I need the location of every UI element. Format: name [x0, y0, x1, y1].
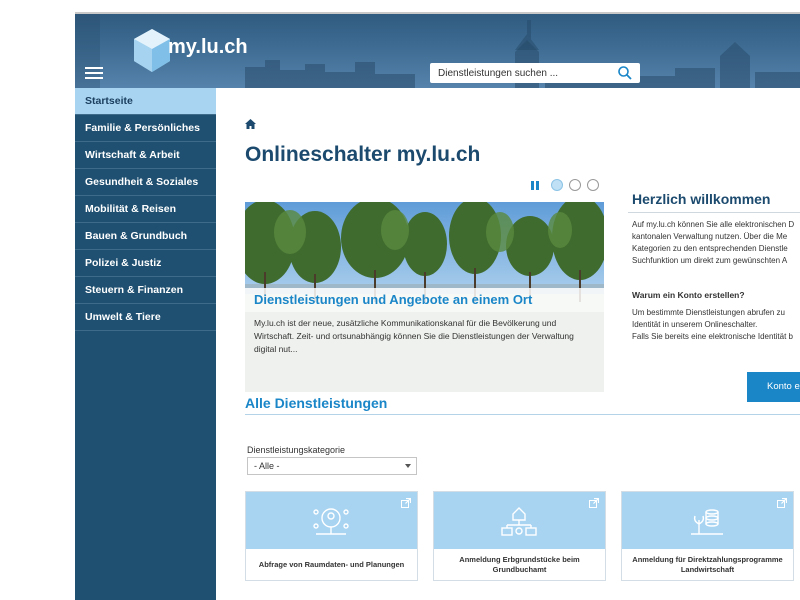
search-box [430, 63, 640, 83]
property-network-icon [501, 507, 537, 536]
logo-text[interactable]: my.lu.ch [168, 36, 248, 59]
sidebar-item-startseite[interactable]: Startseite [75, 88, 216, 115]
external-link-icon [777, 498, 787, 508]
sidebar-item-polizei[interactable]: Polizei & Justiz [75, 250, 216, 277]
slider-dot-2[interactable] [569, 179, 581, 191]
create-account-button[interactable]: Konto e [747, 372, 800, 402]
external-link-icon [401, 498, 411, 508]
services-divider [245, 414, 800, 415]
browser-viewport: my.lu.ch Startseite Familie & Persönlich… [75, 12, 800, 600]
account-heading: Warum ein Konto erstellen? [632, 290, 745, 300]
card-label: Anmeldung Erbgrundstücke beim Grundbucha… [459, 554, 580, 574]
sidebar-item-mobilitaet[interactable]: Mobilität & Reisen [75, 196, 216, 223]
sidebar-item-steuern[interactable]: Steuern & Finanzen [75, 277, 216, 304]
category-select[interactable]: - Alle - [247, 457, 417, 475]
card-label: Abfrage von Raumdaten- und Planungen [258, 559, 405, 569]
welcome-title: Herzlich willkommen [632, 191, 771, 207]
services-title: Alle Dienstleistungen [245, 395, 388, 411]
page-title: Onlineschalter my.lu.ch [245, 143, 481, 166]
sidebar-item-familie[interactable]: Familie & Persönliches [75, 115, 216, 142]
sidebar-item-wirtschaft[interactable]: Wirtschaft & Arbeit [75, 142, 216, 169]
card-label: Anmeldung für Direktzahlungsprogramme La… [632, 554, 783, 574]
card-image-area [246, 492, 417, 549]
sidebar-item-umwelt[interactable]: Umwelt & Tiere [75, 304, 216, 331]
logo-cube-icon [134, 29, 170, 72]
card-image-area [622, 492, 793, 549]
service-card-raumdaten[interactable]: Abfrage von Raumdaten- und Planungen [245, 491, 418, 581]
account-text: Um bestimmte Dienstleistungen abrufen zu… [632, 308, 793, 341]
slider-dot-3[interactable] [587, 179, 599, 191]
search-input[interactable] [430, 63, 613, 83]
home-icon[interactable] [245, 119, 256, 129]
slider-dot-1[interactable] [551, 179, 563, 191]
slide-text: My.lu.ch ist der neue, zusätzliche Kommu… [254, 318, 574, 354]
farm-money-icon [691, 509, 723, 535]
welcome-text: Auf my.lu.ch können Sie alle elektronisc… [632, 220, 795, 265]
category-select-value: - Alle - [254, 461, 280, 471]
main-content: Onlineschalter my.lu.ch Dienstleistungen… [216, 88, 800, 600]
map-pin-icon [313, 508, 349, 535]
pause-icon[interactable] [531, 181, 539, 190]
slide-heading[interactable]: Dienstleistungen und Angebote an einem O… [245, 288, 604, 312]
menu-icon[interactable] [85, 67, 103, 79]
external-link-icon [589, 498, 599, 508]
slide-card[interactable]: Dienstleistungen und Angebote an einem O… [245, 202, 604, 392]
card-image-area [434, 492, 605, 549]
welcome-divider [628, 212, 800, 213]
site-header: my.lu.ch [75, 12, 800, 88]
category-filter-label: Dienstleistungskategorie [247, 445, 346, 455]
sidebar-item-bauen[interactable]: Bauen & Grundbuch [75, 223, 216, 250]
search-icon[interactable] [618, 66, 632, 80]
service-card-erbgrundstuecke[interactable]: Anmeldung Erbgrundstücke beim Grundbucha… [433, 491, 606, 581]
slide-heading-bar: Dienstleistungen und Angebote an einem O… [245, 288, 604, 312]
sidebar-nav: Startseite Familie & Persönliches Wirtsc… [75, 88, 216, 600]
sidebar-item-gesundheit[interactable]: Gesundheit & Soziales [75, 169, 216, 196]
chevron-down-icon [405, 464, 411, 468]
service-card-direktzahlung[interactable]: Anmeldung für Direktzahlungsprogramme La… [621, 491, 794, 581]
